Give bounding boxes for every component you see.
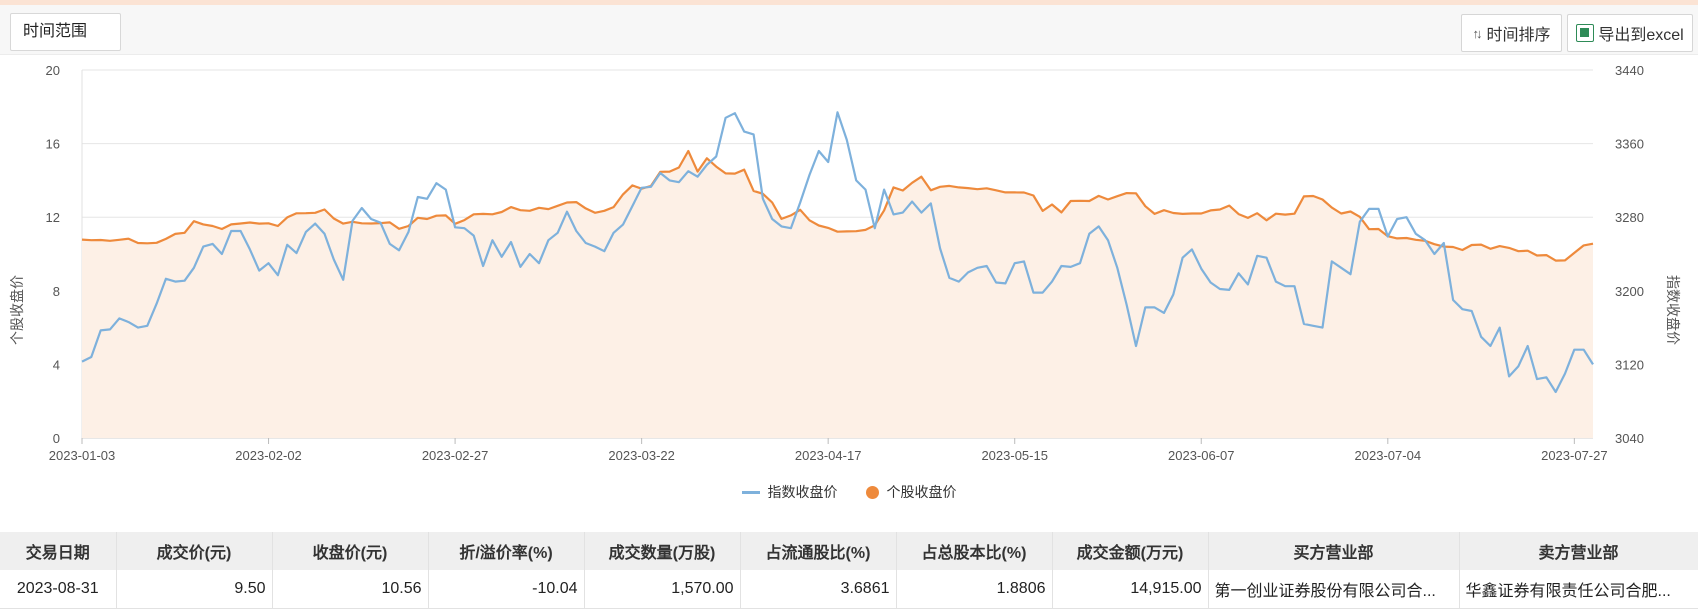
cell-close-price: 10.56	[272, 570, 429, 609]
cell-volume: 1,570.00	[584, 570, 741, 609]
col-header-total-ratio[interactable]: 占总股本比(%)	[896, 532, 1053, 570]
left-tick-label: 8	[53, 284, 60, 299]
col-header-premium-rate[interactable]: 折/溢价率(%)	[428, 532, 585, 570]
export-excel-label: 导出到excel	[1598, 27, 1684, 44]
cell-seller: 华鑫证券有限责任公司合肥...	[1459, 570, 1698, 609]
x-tick-label: 2023-07-04	[1355, 448, 1422, 463]
right-axis-label: 指数收盘价	[1665, 275, 1681, 345]
col-header-amount[interactable]: 成交金额(万元)	[1052, 532, 1209, 570]
col-header-deal-price[interactable]: 成交价(元)	[116, 532, 273, 570]
left-tick-label: 0	[53, 431, 60, 446]
legend-dot-marker	[865, 485, 879, 499]
price-chart-svg: 0 4 8 12 16 20 3040 3120 3200 3280 3360 3440 2023-01…	[9, 63, 1681, 463]
right-tick-label: 3040	[1615, 431, 1644, 446]
left-tick-label: 16	[46, 137, 60, 152]
export-excel-button[interactable]: 导出到excel	[1567, 14, 1693, 52]
table-header-row: 交易日期 成交价(元) 收盘价(元) 折/溢价率(%) 成交数量(万股) 占流通…	[0, 532, 1698, 570]
cell-premium-rate: -10.04	[428, 570, 585, 609]
time-sort-label: 时间排序	[1486, 27, 1551, 44]
cell-date: 2023-08-31	[0, 570, 117, 609]
x-tick-label: 2023-01-03	[49, 448, 116, 463]
x-tick-label: 2023-02-02	[235, 448, 302, 463]
chart-legend: 指数收盘价 个股收盘价	[0, 482, 1698, 502]
cell-float-ratio: 3.6861	[740, 570, 897, 609]
legend-item-index[interactable]: 指数收盘价	[741, 482, 838, 502]
col-header-float-ratio[interactable]: 占流通股比(%)	[740, 532, 897, 570]
cell-total-ratio: 1.8806	[896, 570, 1053, 609]
block-trade-table: 交易日期 成交价(元) 收盘价(元) 折/溢价率(%) 成交数量(万股) 占流通…	[0, 532, 1698, 609]
table-row[interactable]: 2023-08-31 9.50 10.56 -10.04 1,570.00 3.…	[0, 570, 1698, 609]
x-tick-label: 2023-06-07	[1168, 448, 1235, 463]
right-tick-label: 3200	[1615, 284, 1644, 299]
left-tick-label: 20	[46, 63, 60, 78]
right-tick-label: 3360	[1615, 137, 1644, 152]
legend-label-stock: 个股收盘价	[886, 484, 957, 500]
time-sort-button[interactable]: ↑↓ 时间排序	[1461, 14, 1562, 52]
x-tick-label: 2023-07-27	[1541, 448, 1608, 463]
legend-line-marker	[741, 490, 760, 494]
x-tick-label: 2023-02-27	[422, 448, 489, 463]
col-header-date[interactable]: 交易日期	[0, 532, 117, 570]
left-tick-label: 12	[46, 210, 60, 225]
time-range-button[interactable]: 时间范围	[10, 13, 121, 51]
col-header-buyer[interactable]: 买方营业部	[1208, 532, 1460, 570]
cell-deal-price: 9.50	[116, 570, 273, 609]
left-axis-label: 个股收盘价	[9, 275, 25, 345]
legend-label-index: 指数收盘价	[767, 484, 838, 500]
cell-buyer: 第一创业证券股份有限公司合...	[1208, 570, 1460, 609]
sort-arrows-icon: ↑↓	[1472, 25, 1482, 41]
right-tick-label: 3280	[1615, 210, 1644, 225]
left-tick-label: 4	[53, 357, 60, 372]
col-header-volume[interactable]: 成交数量(万股)	[584, 532, 741, 570]
x-tick-label: 2023-03-22	[608, 448, 675, 463]
x-tick-label: 2023-04-17	[795, 448, 862, 463]
right-tick-label: 3440	[1615, 63, 1644, 78]
x-tick-label: 2023-05-15	[981, 448, 1048, 463]
right-tick-label: 3120	[1615, 357, 1644, 372]
toolbar: 时间范围 ↑↓ 时间排序 导出到excel	[0, 5, 1698, 55]
col-header-seller[interactable]: 卖方营业部	[1459, 532, 1698, 570]
price-chart: 0 4 8 12 16 20 3040 3120 3200 3280 3360 3440 2023-01…	[0, 56, 1698, 530]
excel-icon	[1576, 24, 1595, 42]
stock-price-area	[82, 151, 1593, 438]
legend-item-stock[interactable]: 个股收盘价	[865, 482, 957, 502]
cell-amount: 14,915.00	[1052, 570, 1209, 609]
col-header-close-price[interactable]: 收盘价(元)	[272, 532, 429, 570]
